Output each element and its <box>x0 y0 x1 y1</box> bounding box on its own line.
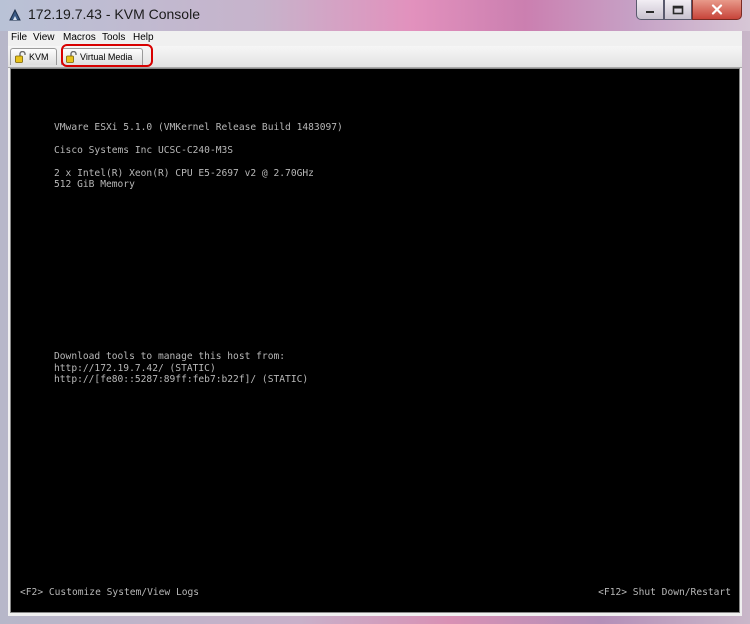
menu-file[interactable]: File <box>11 32 27 43</box>
close-icon <box>711 4 723 15</box>
menu-macros[interactable]: Macros <box>63 32 96 43</box>
kvm-console-window: 172.19.7.43 - KVM Console File View Macr… <box>0 0 750 624</box>
console-line-memory: 512 GiB Memory <box>54 179 135 190</box>
console-text-area: VMware ESXi 5.1.0 (VMKernel Release Buil… <box>11 69 739 612</box>
console-line-vendor: Cisco Systems Inc UCSC-C240-M3S <box>54 145 234 156</box>
kvm-console-screen[interactable]: VMware ESXi 5.1.0 (VMKernel Release Buil… <box>10 68 740 613</box>
client-area: File View Macros Tools Help KVM Virtual … <box>8 31 742 616</box>
maximize-button[interactable] <box>664 0 692 20</box>
menu-view[interactable]: View <box>33 32 55 43</box>
console-line-url-ipv6: http://[fe80::5287:89ff:feb7:b22f]/ (STA… <box>54 374 309 385</box>
window-title: 172.19.7.43 - KVM Console <box>28 6 200 22</box>
menu-help[interactable]: Help <box>133 32 154 43</box>
console-line-version: VMware ESXi 5.1.0 (VMKernel Release Buil… <box>54 122 343 133</box>
console-line-cpu: 2 x Intel(R) Xeon(R) CPU E5-2697 v2 @ 2.… <box>54 168 314 179</box>
maximize-icon <box>672 5 684 14</box>
console-footer-customize: <F2> Customize System/View Logs <box>20 587 200 598</box>
console-line-url-ipv4: http://172.19.7.42/ (STATIC) <box>54 363 216 374</box>
menu-tools[interactable]: Tools <box>102 32 125 43</box>
tab-kvm[interactable]: KVM <box>10 48 57 65</box>
title-bar[interactable]: 172.19.7.43 - KVM Console <box>0 0 750 31</box>
tab-kvm-label: KVM <box>29 52 49 62</box>
close-button[interactable] <box>692 0 742 20</box>
minimize-button[interactable] <box>636 0 664 20</box>
lock-open-icon <box>15 51 26 63</box>
minimize-icon <box>646 10 654 13</box>
java-icon <box>9 8 21 21</box>
highlight-annotation <box>61 44 153 67</box>
console-line-download: Download tools to manage this host from: <box>54 351 286 362</box>
console-footer-shutdown: <F12> Shut Down/Restart <box>598 587 731 598</box>
